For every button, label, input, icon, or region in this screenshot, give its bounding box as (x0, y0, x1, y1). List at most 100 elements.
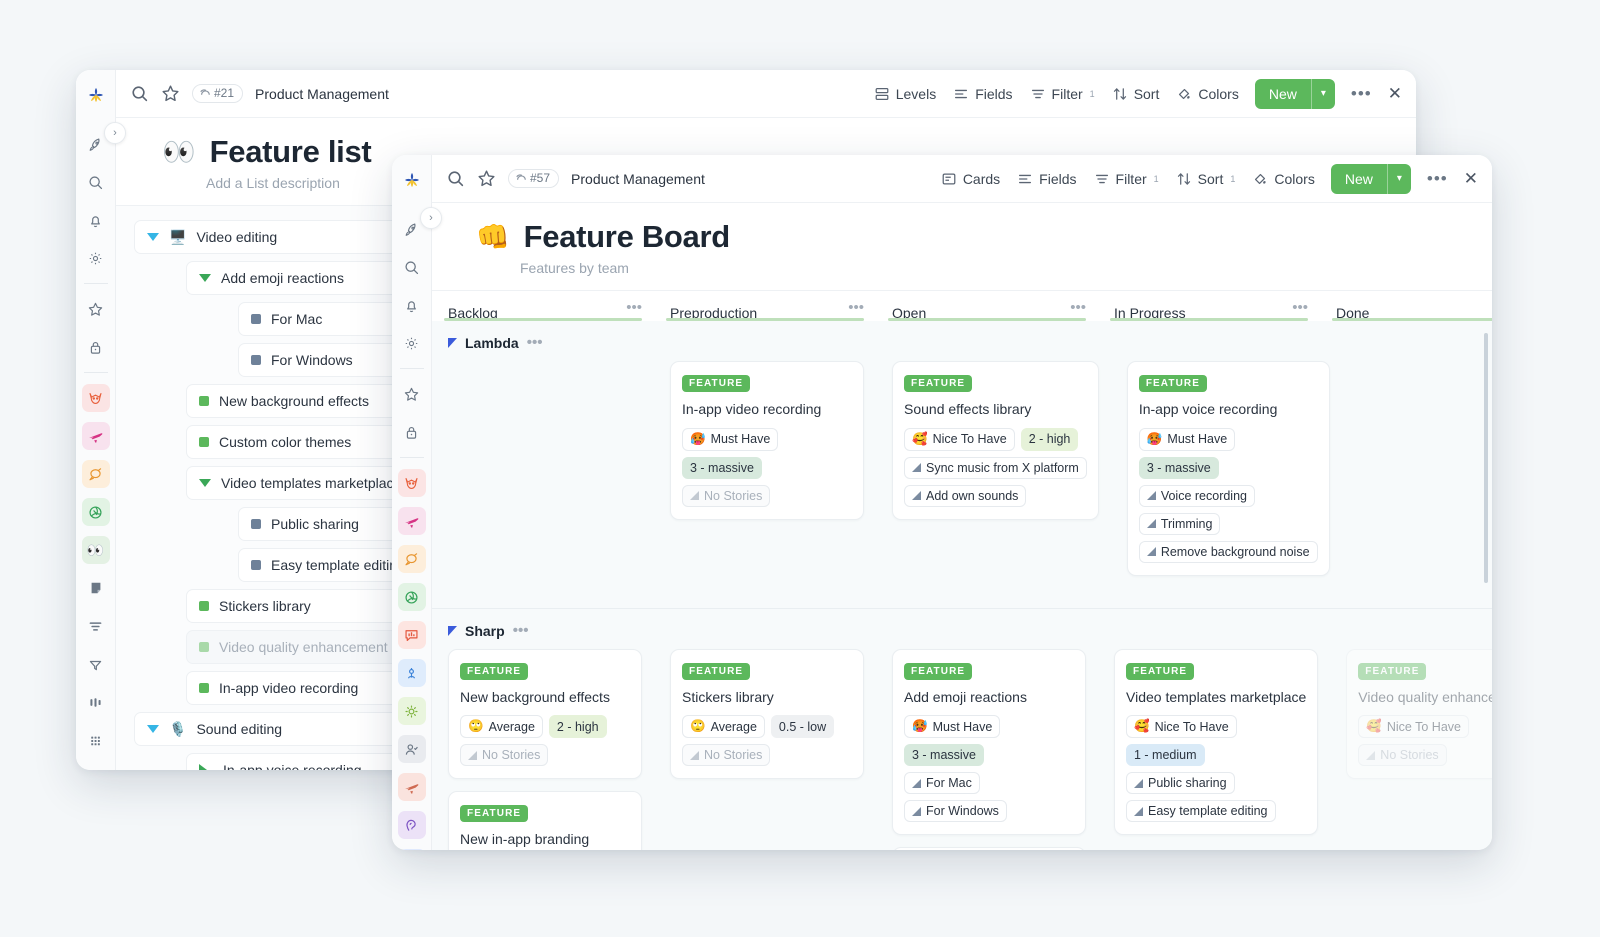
card-value-chip[interactable]: 🥵Must Have (904, 715, 1000, 738)
search-icon[interactable] (130, 84, 149, 103)
ball-space-icon[interactable] (82, 498, 110, 526)
chat-space-icon[interactable] (82, 460, 110, 488)
card-story-chip[interactable]: Add own sounds (904, 485, 1026, 507)
card-story-chip[interactable]: No Stories (460, 744, 548, 766)
report-space-icon[interactable] (398, 621, 426, 649)
caret-right-icon[interactable] (199, 764, 213, 770)
board-column-cell[interactable] (432, 361, 654, 602)
star-icon[interactable] (82, 295, 110, 323)
feature-card[interactable]: FEATUREAdd emoji reactions🥵Must Have3 - … (892, 649, 1086, 836)
card-story-chip[interactable]: No Stories (1358, 744, 1446, 766)
page-title[interactable]: Feature list (210, 134, 372, 170)
list-icon[interactable] (82, 612, 110, 640)
sun-space-icon[interactable] (398, 697, 426, 725)
caret-down-icon[interactable] (147, 233, 159, 241)
board-column-cell[interactable]: FEATUREIn-app voice recording🥵Must Have3… (1111, 361, 1342, 602)
board-column-cell[interactable]: FEATUREStickers library🙄Average0.5 - low… (654, 649, 876, 851)
lock-icon[interactable] (398, 418, 426, 446)
card-value-chip[interactable]: 🥰Nice To Have (904, 428, 1015, 451)
card-story-chip[interactable]: No Stories (682, 744, 770, 766)
chevron-down-icon[interactable]: ▾ (1388, 164, 1411, 194)
caret-down-icon[interactable] (199, 274, 211, 282)
card-story-chip[interactable]: No Stories (682, 485, 770, 507)
card-value-chip[interactable]: 🥰Nice To Have (1358, 715, 1469, 738)
gear-icon[interactable] (82, 244, 110, 272)
board-column-cell[interactable]: FEATUREVideo quality enhancement🥰Nice To… (1330, 649, 1492, 851)
feature-card[interactable]: FEATUREVideo templates marketplace🥰Nice … (1114, 649, 1318, 836)
new-button[interactable]: New ▾ (1331, 164, 1411, 194)
card-story-chip[interactable]: Trimming (1139, 513, 1221, 535)
card-story-chip[interactable]: For Mac (904, 772, 980, 794)
board-vertical-scrollbar[interactable] (1484, 333, 1488, 583)
page-emoji[interactable]: 👊 (476, 224, 510, 251)
column-menu-button[interactable]: ••• (626, 305, 642, 311)
toolbar-filter-button[interactable]: Filter1 (1030, 86, 1095, 102)
search-icon[interactable] (82, 168, 110, 196)
board-column-cell[interactable]: FEATURENew background effects🙄Average2 -… (432, 649, 654, 851)
star-icon[interactable] (398, 380, 426, 408)
card-priority-chip[interactable]: 0.5 - low (771, 715, 834, 738)
front-window-sidebar-rail[interactable]: › ▶ (392, 155, 432, 850)
columns-icon[interactable] (82, 688, 110, 716)
chevron-down-icon[interactable]: ▾ (1312, 79, 1335, 109)
funnel-icon[interactable] (82, 650, 110, 678)
feature-card[interactable]: FEATUREVideo quality enhancement🥰Nice To… (1346, 649, 1492, 780)
board-column-cell[interactable]: FEATUREVideo templates marketplace🥰Nice … (1098, 649, 1330, 851)
back-window-sidebar-rail[interactable]: › 👀👊 (76, 70, 116, 770)
toolbar-levels-button[interactable]: Levels (874, 86, 936, 102)
card-priority-chip[interactable]: 3 - massive (904, 744, 984, 766)
plane2-space-icon[interactable] (398, 773, 426, 801)
close-icon[interactable]: ✕ (1464, 169, 1478, 189)
card-value-chip[interactable]: 🥵Must Have (1139, 428, 1235, 451)
feature-card[interactable]: FEATURECustom color themes🥰Nice To Have1… (892, 847, 1086, 850)
card-priority-chip[interactable]: 1 - medium (1126, 744, 1205, 766)
feature-card[interactable]: FEATURENew background effects🙄Average2 -… (448, 649, 642, 780)
board-column-cell[interactable]: FEATURESound effects library🥰Nice To Hav… (876, 361, 1111, 602)
ball-space-icon[interactable] (398, 583, 426, 611)
column-menu-button[interactable]: ••• (1292, 305, 1308, 311)
eyes-space-icon[interactable]: 👀 (82, 536, 110, 564)
sidebar-expand-button[interactable]: › (420, 207, 442, 229)
swimlane-menu-button[interactable]: ••• (527, 340, 543, 346)
feature-card[interactable]: FEATURENew in-app branding🥵Must Have0.5 … (448, 791, 642, 850)
feature-card[interactable]: FEATUREStickers library🙄Average0.5 - low… (670, 649, 864, 780)
plane-space-icon[interactable] (398, 507, 426, 535)
feature-card[interactable]: FEATURESound effects library🥰Nice To Hav… (892, 361, 1099, 520)
card-story-chip[interactable]: Remove background noise (1139, 541, 1318, 563)
more-options-button[interactable]: ••• (1351, 90, 1372, 98)
chat-space-icon[interactable] (398, 545, 426, 573)
search-icon[interactable] (446, 169, 465, 188)
person-check-icon[interactable] (398, 735, 426, 763)
toolbar-colors-button[interactable]: Colors (1176, 86, 1238, 102)
card-story-chip[interactable]: Sync music from X platform (904, 457, 1087, 479)
column-menu-button[interactable]: ••• (848, 305, 864, 311)
feature-board-window[interactable]: › ▶ #57 Product Management (392, 155, 1492, 850)
card-story-chip[interactable]: Easy template editing (1126, 800, 1276, 822)
toolbar-filter-button[interactable]: Filter1 (1094, 171, 1159, 187)
toolbar-cards-button[interactable]: Cards (941, 171, 1000, 187)
caret-down-icon[interactable] (199, 479, 211, 487)
toolbar-fields-button[interactable]: Fields (953, 86, 1012, 102)
toolbar-colors-button[interactable]: Colors (1252, 171, 1314, 187)
swimlane-menu-button[interactable]: ••• (513, 628, 529, 634)
close-icon[interactable]: ✕ (1388, 84, 1402, 104)
card-value-chip[interactable]: 🥰Nice To Have (1126, 715, 1237, 738)
toolbar-sort-button[interactable]: Sort1 (1176, 171, 1236, 187)
new-button[interactable]: New ▾ (1255, 79, 1335, 109)
space-id-chip[interactable]: #21 (192, 84, 243, 103)
fox-space-icon[interactable] (82, 384, 110, 412)
card-story-chip[interactable]: Public sharing (1126, 772, 1235, 794)
card-priority-chip[interactable]: 2 - high (549, 715, 607, 738)
card-story-chip[interactable]: Voice recording (1139, 485, 1255, 507)
page-subtitle[interactable]: Features by team (520, 260, 1492, 276)
app-logo[interactable] (84, 84, 108, 113)
pin-space-icon[interactable] (398, 659, 426, 687)
bell-icon[interactable] (82, 206, 110, 234)
card-value-chip[interactable]: 🙄Average (682, 715, 765, 738)
column-menu-button[interactable]: ••• (1070, 305, 1086, 311)
feature-card[interactable]: FEATUREIn-app video recording🥵Must Have3… (670, 361, 864, 520)
board-column-cell[interactable] (1342, 361, 1492, 602)
board-column-cell[interactable]: FEATUREAdd emoji reactions🥵Must Have3 - … (876, 649, 1098, 851)
card-priority-chip[interactable]: 2 - high (1021, 428, 1079, 451)
fist-board-icon[interactable]: 👊 (82, 764, 110, 770)
